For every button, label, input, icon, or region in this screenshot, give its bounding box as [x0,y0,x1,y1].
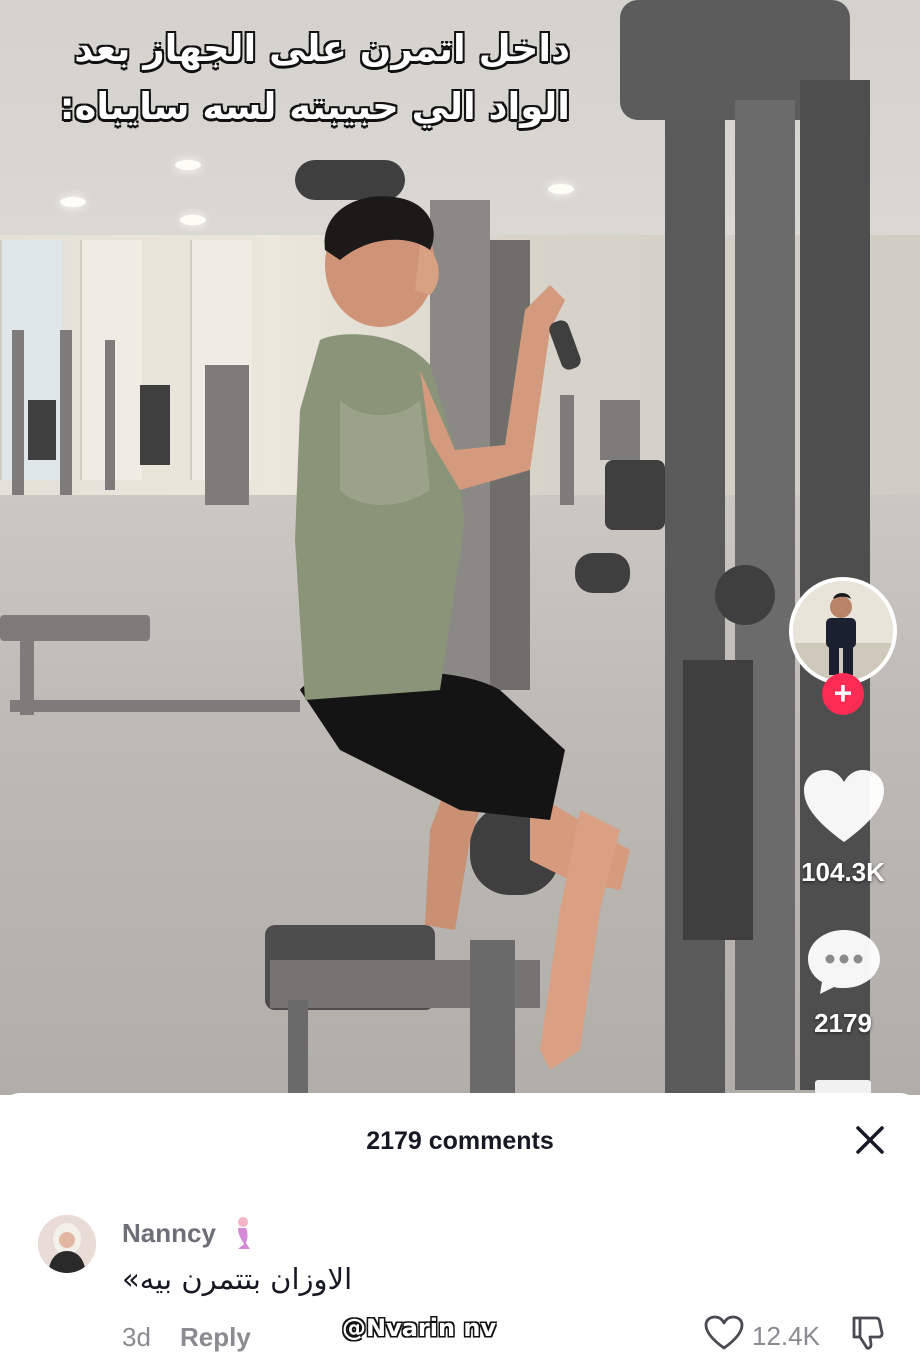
comment-text: الاوزان بتتمرن بيه» [122,1262,353,1296]
avatar[interactable] [38,1215,96,1273]
video-caption: داخل اتمرن على الجهاز بعد الواد الي حبيب… [10,20,570,136]
comment-username[interactable]: Nanncy [122,1218,216,1249]
machine-frame [105,340,115,490]
weight-stack [683,660,753,940]
caption-line: الواد الي حبيبته لسه سايباه: [59,85,570,128]
watermark: @Nvarin nv [342,1314,497,1342]
video-player[interactable]: داخل اتمرن على الجهاز بعد الواد الي حبيب… [0,0,920,1095]
close-icon[interactable] [850,1120,890,1160]
plus-icon: + [833,675,853,711]
comment-time: 3d [122,1322,151,1352]
ceiling-light [175,160,201,170]
comments-title: 2179 comments [366,1127,554,1155]
mermaid-icon [238,1217,250,1249]
machine-frame [60,330,72,495]
machine-column [665,120,725,1095]
weight-stack [28,400,56,460]
caption-line: داخل اتمرن على الجهاز بعد [74,27,570,70]
like-count: 104.3K [801,857,885,887]
person-exercising [295,196,630,1070]
heart-outline-icon[interactable] [704,1315,744,1351]
heart-icon[interactable] [804,770,884,845]
bench-base [10,700,300,712]
follow-button[interactable]: + [822,673,864,715]
ceiling-light [180,215,206,225]
creator-avatar[interactable] [789,577,897,685]
comment-icon[interactable] [806,928,882,996]
avatar-image [38,1215,96,1273]
ceiling-light [60,197,86,207]
bench [0,615,150,641]
avatar-image [793,581,893,681]
machine-frame [12,330,24,495]
weight-plate [715,565,775,625]
comment-like-count: 12.4K [752,1321,820,1351]
reply-button[interactable]: Reply [180,1322,251,1353]
machine-frame [205,365,249,505]
dislike-icon[interactable] [848,1314,886,1352]
machine-seat [140,385,170,465]
comment-count: 2179 [814,1008,872,1038]
